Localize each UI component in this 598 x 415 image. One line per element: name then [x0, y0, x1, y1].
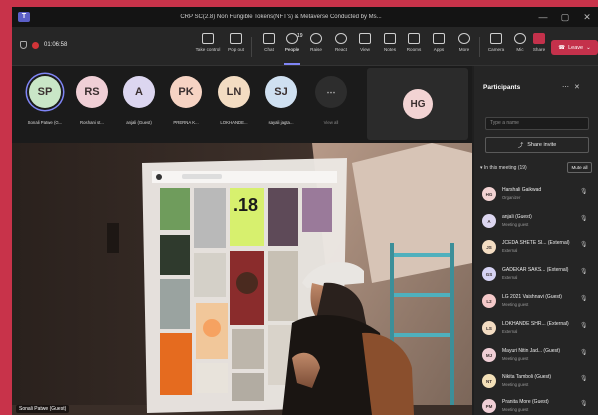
avatar: SJ	[265, 76, 297, 108]
maximize-button[interactable]: ▢	[554, 12, 576, 23]
recording-icon	[32, 41, 39, 49]
meeting-toolbar: 01:06:58 Take control Pop out Chat 19 Pe…	[12, 27, 598, 66]
toolbar-divider	[479, 37, 480, 57]
person-add-icon: ⤴	[517, 143, 524, 149]
mic-muted-icon: 🎙	[580, 323, 588, 329]
avatar: SP	[29, 76, 61, 108]
participant-row[interactable]: PM Pranita More (Guest) Meeting guest 🎙	[482, 396, 596, 415]
in-meeting-header[interactable]: ▾ In this meeting (19)	[480, 165, 527, 171]
participant-row[interactable]: NT Nikita Tamboli (Guest) Meeting guest …	[482, 371, 596, 395]
more-icon: ⋯	[315, 76, 347, 108]
camera-icon	[490, 33, 502, 44]
raise-hand-icon	[310, 33, 322, 44]
apps-button[interactable]: Apps	[425, 33, 453, 52]
spotlight-participant-tile[interactable]: HG	[367, 68, 468, 140]
avatar: HG	[482, 187, 496, 201]
more-button[interactable]: More	[450, 33, 478, 52]
apps-icon	[433, 33, 445, 44]
participants-panel: Participants ⋯✕ Type a name ⤴ Share invi…	[474, 66, 598, 415]
react-icon	[335, 33, 347, 44]
vr-scene-image: .18	[12, 143, 472, 415]
participant-tile[interactable]: SJ sayali jagta...	[258, 76, 304, 125]
participant-row[interactable]: JS JCEDA SHETE SI... (External) External…	[482, 237, 596, 261]
participant-row[interactable]: LS LOKHANDE SHR... (External) External 🎙	[482, 318, 596, 342]
avatar: RS	[76, 76, 108, 108]
share-icon	[533, 33, 545, 44]
pop-out-button[interactable]: Pop out	[222, 33, 250, 52]
mic-muted-icon: 🎙	[580, 296, 588, 302]
participant-tile[interactable]: RS Roshani st...	[69, 76, 115, 125]
avatar: PM	[482, 399, 496, 413]
toolbar-divider	[251, 37, 252, 57]
take-control-icon	[202, 33, 214, 44]
teams-logo-icon: T	[18, 12, 30, 22]
video-caption: Sonali Patwe (Guest)	[16, 405, 70, 413]
meeting-timer: 01:06:58	[44, 42, 68, 48]
participant-gallery: SP Sonali Patwe (G... RS Roshani st... A…	[12, 66, 472, 142]
avatar: LS	[482, 321, 496, 335]
mic-icon: 🎙	[580, 189, 588, 195]
participant-row[interactable]: L2 LG 2021 Vaishnavi (Guest) Meeting gue…	[482, 291, 596, 315]
pop-out-icon	[230, 33, 242, 44]
title-bar: T CRP SC(2.8) Non Fungible Tokens(NFT's)…	[12, 7, 598, 27]
avatar: A	[482, 214, 496, 228]
participant-row[interactable]: A anjali (Guest) Meeting guest 🎙	[482, 211, 596, 235]
view-all-tile[interactable]: ⋯ View all	[308, 76, 354, 125]
share-button[interactable]: Share	[525, 33, 553, 52]
avatar: GS	[482, 267, 496, 281]
teams-meeting-window: T CRP SC(2.8) Non Fungible Tokens(NFT's)…	[12, 7, 598, 415]
participant-search-input[interactable]: Type a name	[485, 117, 589, 130]
shared-video-feed: .18 Sonali Patwe (Guest)	[12, 143, 472, 415]
meeting-stage: SP Sonali Patwe (G... RS Roshani st... A…	[12, 66, 472, 415]
avatar: MJ	[482, 348, 496, 362]
shield-icon	[20, 41, 27, 49]
leave-button[interactable]: ☎ Leave ⌄	[551, 40, 598, 55]
avatar: NT	[482, 374, 496, 388]
avatar: LN	[218, 76, 250, 108]
more-icon	[458, 33, 470, 44]
chevron-down-icon: ⌄	[586, 44, 591, 51]
notes-icon	[384, 33, 396, 44]
participant-row[interactable]: HG Harshali Gaikwad Organizer 🎙	[482, 184, 596, 208]
mic-muted-icon: 🎙	[580, 216, 588, 222]
mic-muted-icon: 🎙	[580, 242, 588, 248]
raise-hand-button[interactable]: Raise	[302, 33, 330, 52]
panel-title: Participants	[483, 84, 521, 91]
close-window-button[interactable]: ✕	[576, 12, 598, 23]
avatar: A	[123, 76, 155, 108]
participant-tile[interactable]: LN LOKHANDE...	[211, 76, 257, 125]
meeting-title: CRP SC(2.8) Non Fungible Tokens(NFT's) &…	[180, 14, 382, 20]
mic-muted-icon: 🎙	[580, 350, 588, 356]
avatar: L2	[482, 294, 496, 308]
mic-muted-icon: 🎙	[580, 269, 588, 275]
more-options-icon[interactable]: ⋯	[562, 84, 574, 91]
view-icon	[359, 33, 371, 44]
mic-muted-icon: 🎙	[580, 376, 588, 382]
rooms-button[interactable]: Rooms	[400, 33, 428, 52]
avatar: PK	[170, 76, 202, 108]
view-button[interactable]: View	[351, 33, 379, 52]
participant-tile[interactable]: A anjali (Guest)	[116, 76, 162, 125]
participant-tile[interactable]: PK PRERNA K...	[163, 76, 209, 125]
avatar: HG	[403, 89, 433, 119]
mic-muted-icon: 🎙	[580, 401, 588, 407]
minimize-button[interactable]: —	[532, 12, 554, 22]
phone-hangup-icon: ☎	[558, 44, 566, 51]
participant-row[interactable]: GS GADEKAR SAKS... (External) External 🎙	[482, 264, 596, 288]
mute-all-button[interactable]: Mute all	[567, 162, 592, 173]
share-invite-button[interactable]: ⤴ Share invite	[485, 137, 589, 153]
participant-tile[interactable]: SP Sonali Patwe (G...	[22, 76, 68, 125]
chat-icon	[263, 33, 275, 44]
close-panel-icon[interactable]: ✕	[574, 84, 585, 91]
rooms-icon	[408, 33, 420, 44]
avatar: JS	[482, 240, 496, 254]
participant-row[interactable]: MJ Mayuri Nitin Jad... (Guest) Meeting g…	[482, 345, 596, 369]
card-number-text: .18	[233, 195, 258, 215]
take-control-button[interactable]: Take control	[194, 33, 222, 52]
